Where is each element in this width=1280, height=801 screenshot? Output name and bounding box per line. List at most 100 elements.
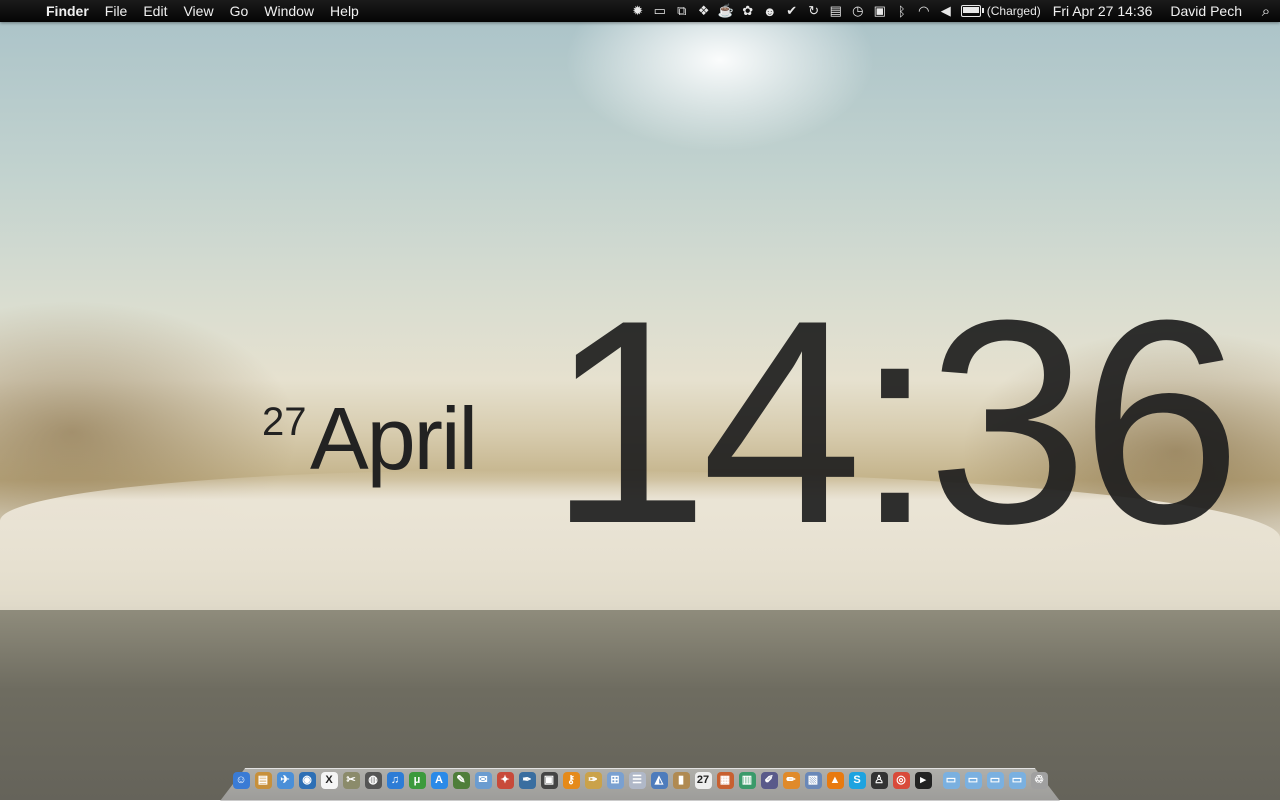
colors-icon: ✦ xyxy=(496,771,514,789)
dock-item-present[interactable]: ▦ xyxy=(714,770,736,790)
folder-1-icon: ▭ xyxy=(942,771,960,789)
dock-item-globe[interactable]: ◉ xyxy=(296,770,318,790)
dock-item-utorrent[interactable]: μ xyxy=(406,770,428,790)
battery-icon xyxy=(960,5,984,17)
sync-icon[interactable]: ↻ xyxy=(803,0,825,22)
dock-item-mail[interactable]: ✈ xyxy=(274,770,296,790)
menu-bar-left: Finder File Edit View Go Window Help xyxy=(0,0,367,22)
gear-icon[interactable]: ✹ xyxy=(627,0,649,22)
wifi-icon[interactable]: ◠ xyxy=(913,0,935,22)
dock-item-chrome[interactable]: ◎ xyxy=(890,770,912,790)
dock-item-compass[interactable]: ◍ xyxy=(362,770,384,790)
dock-item-colors[interactable]: ✦ xyxy=(494,770,516,790)
itunes-icon: ♫ xyxy=(386,771,404,789)
calc-icon: ⊞ xyxy=(606,771,624,789)
terminal-icon: ▸ xyxy=(914,771,932,789)
list-icon: ☰ xyxy=(628,771,646,789)
dock-item-mail-alt[interactable]: ✉ xyxy=(472,770,494,790)
dock-item-calendar[interactable]: 27 xyxy=(692,770,714,790)
paw-icon[interactable]: ✿ xyxy=(737,0,759,22)
pages-icon: ✏ xyxy=(782,771,800,789)
photos-icon: ▣ xyxy=(540,771,558,789)
chrome-icon: ◎ xyxy=(892,771,910,789)
dock-item-ftp[interactable]: ⚷ xyxy=(560,770,582,790)
calendar-icon: 27 xyxy=(694,771,712,789)
robot-icon[interactable]: ☻ xyxy=(759,0,781,22)
preview-icon: ◭ xyxy=(650,771,668,789)
pen-icon: ✒ xyxy=(518,771,536,789)
dock-item-pages[interactable]: ✏ xyxy=(780,770,802,790)
battery-status[interactable]: (Charged) xyxy=(957,4,1045,18)
dock-item-trash[interactable]: ♲ xyxy=(1028,770,1050,790)
dock-item-folder-2[interactable]: ▭ xyxy=(962,770,984,790)
menu-bar-right: ✹ ▭ ⧉ ❖ ☕ ✿ ☻ ✔ ↻ ▤ ◷ ▣ ᛒ ◠ ◀ (Charged) … xyxy=(627,0,1280,22)
menu-edit[interactable]: Edit xyxy=(135,0,175,22)
menu-go[interactable]: Go xyxy=(222,0,257,22)
cup-icon[interactable]: ☕ xyxy=(715,0,737,22)
dock-item-tools[interactable]: ✂ xyxy=(340,770,362,790)
user-menu[interactable]: David Pech xyxy=(1160,3,1252,19)
app-store-icon: A xyxy=(430,771,448,789)
keyboard-icon[interactable]: ▤ xyxy=(825,0,847,22)
dock-item-chart[interactable]: ▥ xyxy=(736,770,758,790)
dock-item-x11[interactable]: X xyxy=(318,770,340,790)
bluetooth-icon[interactable]: ᛒ xyxy=(891,0,913,22)
date-month: April xyxy=(310,389,478,488)
app-menu-finder[interactable]: Finder xyxy=(38,0,97,22)
menu-file[interactable]: File xyxy=(97,0,136,22)
time-machine-icon[interactable]: ◷ xyxy=(847,0,869,22)
big-clock-time: 14:36 xyxy=(548,272,1242,572)
dock-item-itunes[interactable]: ♫ xyxy=(384,770,406,790)
tools-icon: ✂ xyxy=(342,771,360,789)
dock-item-photos[interactable]: ▣ xyxy=(538,770,560,790)
dock-item-archive[interactable]: ▤ xyxy=(252,770,274,790)
compass-icon: ◍ xyxy=(364,771,382,789)
dock-item-calc[interactable]: ⊞ xyxy=(604,770,626,790)
menu-window[interactable]: Window xyxy=(256,0,322,22)
date-day: 27 xyxy=(262,400,307,444)
terminal-icon[interactable]: ▭ xyxy=(649,0,671,22)
dock-item-notes[interactable]: ✎ xyxy=(450,770,472,790)
mail-alt-icon: ✉ xyxy=(474,771,492,789)
dock-item-list[interactable]: ☰ xyxy=(626,770,648,790)
figure-icon: ♙ xyxy=(870,771,888,789)
dock-item-skype[interactable]: S xyxy=(846,770,868,790)
dock-item-preview[interactable]: ◭ xyxy=(648,770,670,790)
battery-status-text: (Charged) xyxy=(986,4,1041,18)
mail-icon: ✈ xyxy=(276,771,294,789)
skype-icon: S xyxy=(848,771,866,789)
keynote-icon: ▧ xyxy=(804,771,822,789)
dock-item-pen[interactable]: ✒ xyxy=(516,770,538,790)
archive-icon: ▤ xyxy=(254,771,272,789)
window-icon[interactable]: ⧉ xyxy=(671,0,693,22)
battery-level-fill xyxy=(962,7,979,13)
dock-item-folder-4[interactable]: ▭ xyxy=(1006,770,1028,790)
menu-help[interactable]: Help xyxy=(322,0,367,22)
folder-4-icon: ▭ xyxy=(1008,771,1026,789)
volume-icon[interactable]: ◀ xyxy=(935,0,957,22)
spotlight-search-icon[interactable]: ⌕ xyxy=(1252,3,1280,20)
menu-view[interactable]: View xyxy=(175,0,221,22)
dock-item-keynote[interactable]: ▧ xyxy=(802,770,824,790)
dock-item-finder[interactable]: ☺ xyxy=(230,770,252,790)
dropbox-icon[interactable]: ❖ xyxy=(693,0,715,22)
dock-item-app-store[interactable]: A xyxy=(428,770,450,790)
dock-item-vlc[interactable]: ▲ xyxy=(824,770,846,790)
menu-bar: Finder File Edit View Go Window Help ✹ ▭… xyxy=(0,0,1280,22)
dock-item-folder-1[interactable]: ▭ xyxy=(940,770,962,790)
display-icon[interactable]: ▣ xyxy=(869,0,891,22)
globe-icon: ◉ xyxy=(298,771,316,789)
dock-item-feather[interactable]: ✐ xyxy=(758,770,780,790)
x11-icon: X xyxy=(320,771,338,789)
dock-item-terminal[interactable]: ▸ xyxy=(912,770,934,790)
dock-item-figure[interactable]: ♙ xyxy=(868,770,890,790)
dock-item-book[interactable]: ▮ xyxy=(670,770,692,790)
vlc-icon: ▲ xyxy=(826,771,844,789)
checkmark-icon[interactable]: ✔ xyxy=(781,0,803,22)
dock-items: ☺ ▤ ✈ ◉ X ✂ ◍ ♫ μ A ✎ ✉ ✦ ✒ ▣ ⚷ ✑ ⊞ ☰ ◭ ▮ 27 ▦ ▥ ✐ ✏ ▧ ▲ S ♙ ◎ ▸ ▭ ▭ ▭ ▭ ♲ xyxy=(230,770,1060,792)
dock-item-doc[interactable]: ✑ xyxy=(582,770,604,790)
folder-2-icon: ▭ xyxy=(964,771,982,789)
utorrent-icon: μ xyxy=(408,771,426,789)
menu-bar-clock[interactable]: Fri Apr 27 14:36 xyxy=(1045,3,1161,19)
dock-item-folder-3[interactable]: ▭ xyxy=(984,770,1006,790)
